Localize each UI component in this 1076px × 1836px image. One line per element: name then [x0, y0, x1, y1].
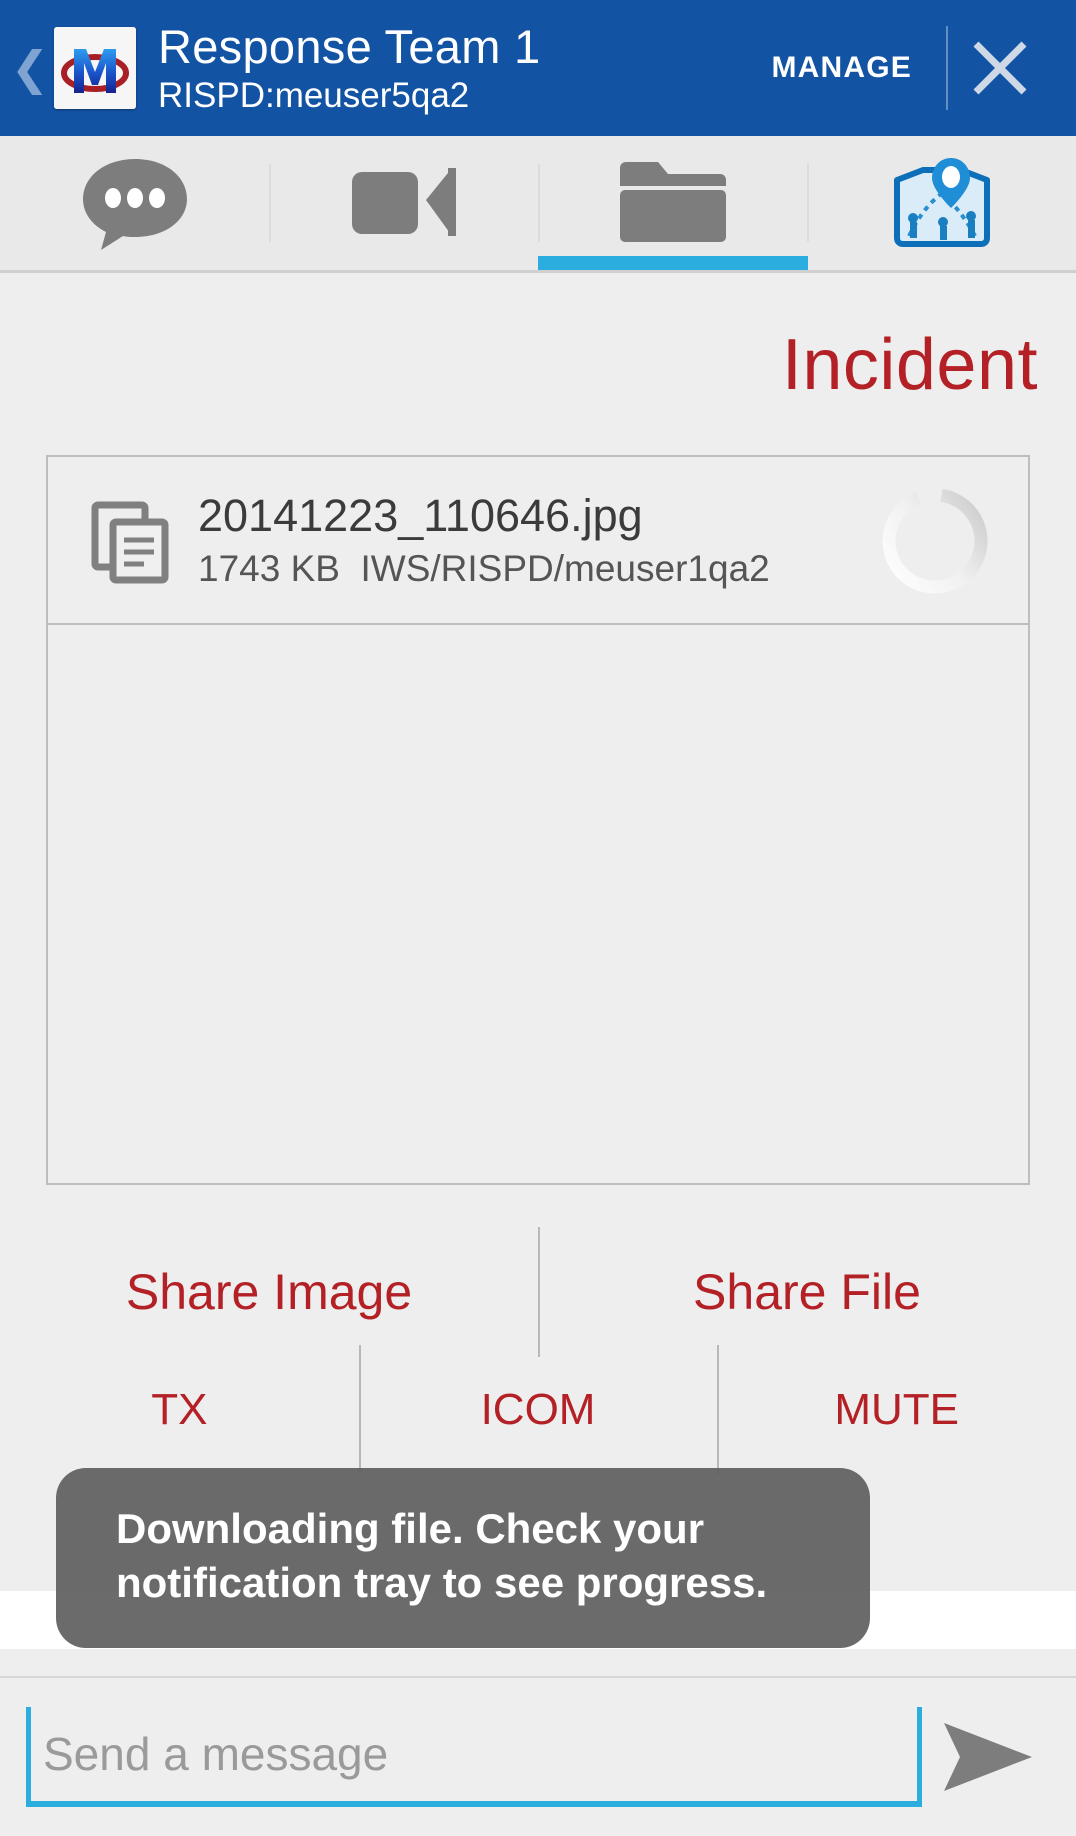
tab-map[interactable] — [807, 136, 1076, 270]
document-copy-icon — [88, 498, 174, 584]
page-title: Response Team 1 — [158, 20, 541, 73]
send-button[interactable] — [922, 1702, 1054, 1812]
tab-bar — [0, 136, 1076, 273]
video-camera-icon — [351, 168, 456, 236]
action-row-radio: TX ICOM MUTE — [0, 1345, 1076, 1475]
main-content: Incident 20141223_110646.jpg 1743 KB IWS… — [0, 273, 1076, 1676]
message-bar — [0, 1676, 1076, 1836]
file-name: 20141223_110646.jpg — [198, 490, 643, 541]
file-meta: 1743 KB IWS/RISPD/meuser1qa2 — [198, 545, 866, 593]
loading-spinner-icon — [876, 482, 994, 600]
tab-files[interactable] — [537, 136, 808, 270]
message-input-wrapper[interactable] — [26, 1707, 922, 1807]
icom-button[interactable]: ICOM — [358, 1345, 718, 1475]
tx-button[interactable]: TX — [0, 1351, 359, 1469]
section-title: Incident — [781, 325, 1038, 405]
file-preview-area — [48, 625, 1028, 1183]
page-subtitle: RISPD:meuser5qa2 — [158, 76, 470, 115]
app-logo-m-icon — [54, 27, 136, 109]
share-file-button[interactable]: Share File — [538, 1227, 1076, 1357]
toast-notification: Downloading file. Check your notificatio… — [56, 1468, 870, 1648]
send-arrow-icon — [944, 1723, 1032, 1791]
active-tab-indicator — [537, 256, 808, 270]
tab-video[interactable] — [269, 136, 538, 270]
action-row-share: Share Image Share File — [0, 1227, 1076, 1357]
folder-icon — [619, 162, 726, 242]
message-input[interactable] — [43, 1727, 917, 1781]
app-window: ❮ Response Team 1 RISPD:meuser5qa2 MANAG… — [0, 0, 1076, 1836]
close-button[interactable] — [948, 16, 1052, 120]
file-list-panel: 20141223_110646.jpg 1743 KB IWS/RISPD/me… — [46, 455, 1030, 1185]
header-title-group: Response Team 1 RISPD:meuser5qa2 — [158, 19, 761, 117]
back-chevron-icon[interactable]: ❮ — [8, 0, 52, 136]
action-button-group: Share Image Share File TX ICOM MUTE — [0, 1227, 1076, 1475]
file-path: IWS/RISPD/meuser1qa2 — [360, 548, 770, 589]
manage-button[interactable]: MANAGE — [761, 51, 946, 85]
file-info: 20141223_110646.jpg 1743 KB IWS/RISPD/me… — [198, 489, 866, 593]
tab-chat[interactable] — [0, 136, 269, 270]
mute-button[interactable]: MUTE — [717, 1345, 1076, 1475]
app-header: ❮ Response Team 1 RISPD:meuser5qa2 MANAG… — [0, 0, 1076, 136]
share-image-button[interactable]: Share Image — [0, 1233, 538, 1351]
file-list-item[interactable]: 20141223_110646.jpg 1743 KB IWS/RISPD/me… — [48, 457, 1028, 625]
file-size: 1743 KB — [198, 548, 340, 589]
map-pin-icon — [893, 158, 990, 247]
close-x-icon — [973, 41, 1027, 95]
chat-bubble-icon — [82, 159, 187, 250]
